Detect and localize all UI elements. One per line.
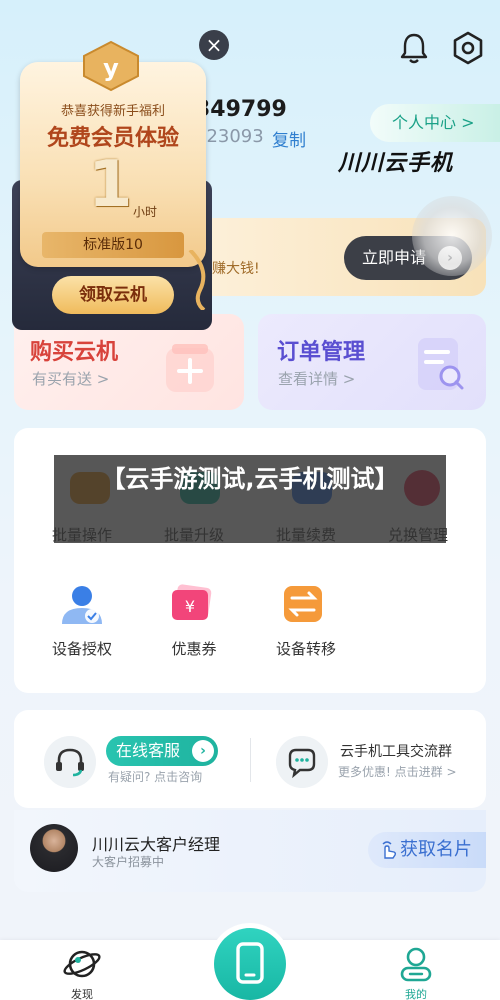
popup-hour-number: 1 [88,148,133,222]
tool-label-batch-renew[interactable]: 批量续费 [256,524,356,545]
ribbon-decoration [188,250,206,310]
buy-card-title: 购买云机 [30,340,119,365]
phone-icon [236,942,264,984]
watermark-text: 川川云手机 [338,151,454,176]
nav-discover-label[interactable]: 发现 [62,986,102,1000]
device-transfer-icon[interactable] [280,582,328,626]
bell-icon[interactable] [396,30,432,66]
close-popup-button[interactable]: × [199,30,229,60]
copy-button[interactable]: 复制 [272,126,306,151]
arrow-right-icon: › [192,740,214,762]
community-group-subtitle[interactable]: 更多优惠! 点击进群 > [338,763,457,780]
overlay-caption: 【云手游测试,云手机测试】 [101,465,399,493]
popup-hour-unit: 小时 [133,205,158,219]
order-card-title: 订单管理 [277,340,366,365]
tool-label-device-transfer[interactable]: 设备转移 [256,638,356,659]
add-cart-icon [166,344,214,392]
tool-label-exchange-management[interactable]: 兑换管理 [368,524,468,545]
coupon-icon[interactable]: ¥ [168,582,216,626]
avatar [30,824,78,872]
claim-cloud-phone-button[interactable]: 领取云机 [52,276,174,314]
divider [250,738,251,782]
device-authorization-icon[interactable] [58,582,106,626]
svg-text:¥: ¥ [185,597,195,616]
user-profile-icon[interactable] [396,944,436,984]
document-search-icon [418,338,464,390]
popup-plan-label: 标准版10 [42,232,184,258]
user-id: 349799 [195,97,287,122]
banner-text: 赚大钱! [212,261,260,277]
account-manager-subtitle: 大客户招募中 [92,855,165,869]
discover-planet-icon[interactable] [62,944,102,984]
tool-label-device-authorization[interactable]: 设备授权 [32,638,132,659]
pointing-hand-icon [382,841,397,859]
tool-label-coupon[interactable]: 优惠券 [144,638,244,659]
vip-badge-icon: y [83,40,139,92]
gear-icon[interactable] [450,30,486,66]
buy-card-subtitle: 有买有送 > [32,370,110,388]
account-manager-title: 川川云大客户经理 [92,835,221,854]
cloud-phone-home-button[interactable] [214,928,286,1000]
community-group-title[interactable]: 云手机工具交流群 [340,741,452,761]
order-card-subtitle: 查看详情 > [278,370,356,388]
headset-icon [44,736,96,788]
popup-subtitle: 恭喜获得新手福利 [60,104,165,119]
tool-label-batch-operation[interactable]: 批量操作 [32,524,132,545]
chat-bubble-icon[interactable] [276,736,328,788]
personal-center-button[interactable]: 个人中心 > [370,104,500,142]
online-service-subtitle: 有疑问? 点击咨询 [108,770,203,784]
floating-touch-button[interactable] [412,196,492,276]
nav-mine-label[interactable]: 我的 [396,986,436,1000]
svg-text:y: y [103,54,119,82]
tool-label-batch-upgrade[interactable]: 批量升级 [144,524,244,545]
